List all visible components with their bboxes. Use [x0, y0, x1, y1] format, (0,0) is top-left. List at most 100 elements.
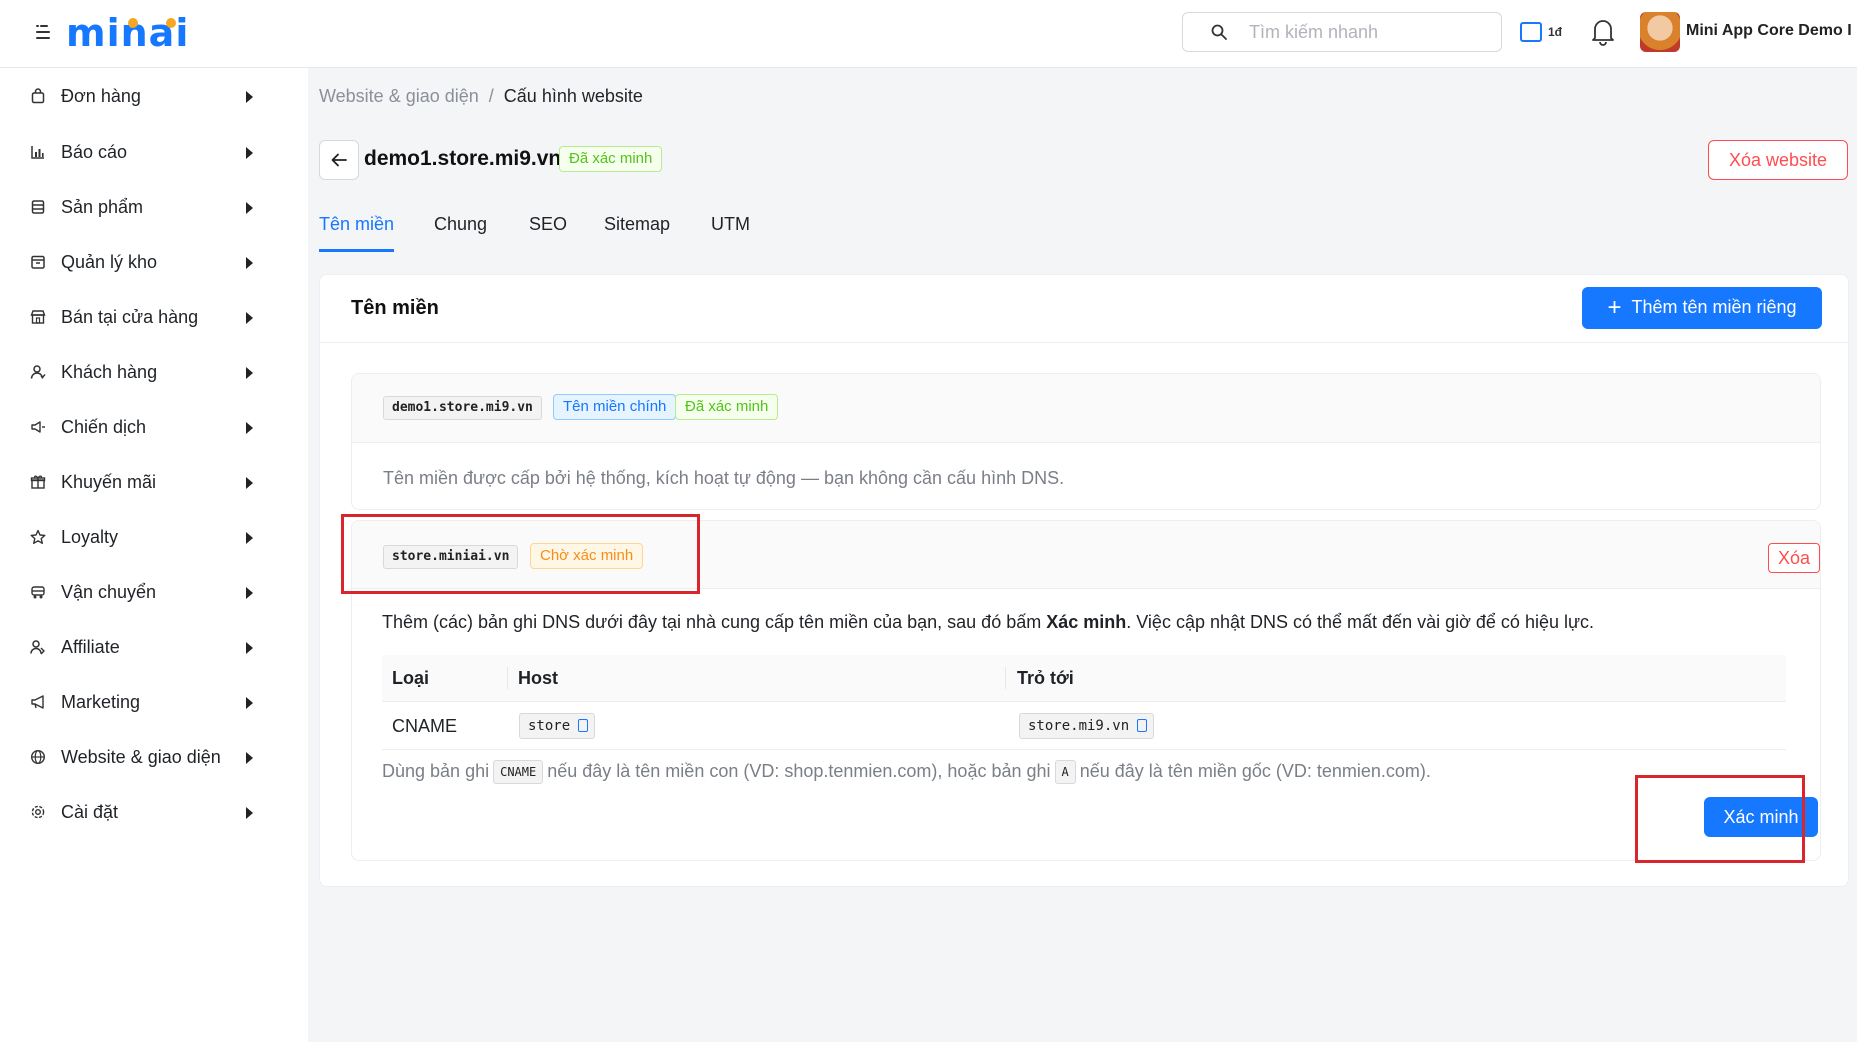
warehouse-icon [31, 255, 45, 269]
verified-badge: Đã xác minh [675, 394, 779, 420]
sidebar-item-label: Khách hàng [61, 362, 158, 382]
sidebar-item-shipping[interactable]: Vận chuyển [0, 568, 308, 616]
user-name[interactable]: Mini App Core Demo I [1686, 22, 1857, 40]
caret-right-icon [246, 697, 253, 709]
sidebar-item-label: Sản phẩm [61, 197, 144, 217]
add-custom-domain-button[interactable]: + Thêm tên miền riêng [1582, 287, 1822, 329]
card-title: Tên miền [351, 297, 439, 319]
search-input[interactable] [1249, 21, 1489, 43]
sidebar-item-marketing[interactable]: Marketing [0, 678, 308, 726]
sidebar-item-label: Marketing [61, 692, 141, 712]
arrow-left-icon [331, 153, 347, 167]
breadcrumb-parent-link[interactable]: Website & giao diện [319, 86, 479, 106]
tab-seo[interactable]: SEO [529, 214, 567, 235]
sidebar-item-label: Affiliate [61, 637, 120, 657]
plus-icon: + [1607, 294, 1622, 321]
note-text: nếu đây là tên miền gốc (VD: tenmien.com… [1079, 761, 1431, 781]
sidebar-item-website[interactable]: Website & giao diện [0, 733, 308, 781]
settings-tabs: Tên miền Chung SEO Sitemap UTM [319, 212, 1849, 252]
delete-domain-button[interactable]: Xóa [1768, 543, 1820, 573]
truck-icon [31, 586, 45, 599]
instruction-bold: Xác minh [1046, 612, 1127, 632]
logo-dot-icon [128, 18, 138, 28]
quick-search[interactable] [1182, 12, 1502, 52]
customer-icon [30, 365, 46, 379]
primary-domain-description: Tên miền được cấp bởi hệ thống, kích hoạ… [383, 468, 1065, 488]
sidebar-item-reports[interactable]: Báo cáo [0, 128, 308, 176]
bell-icon[interactable] [1590, 16, 1616, 46]
back-button[interactable] [319, 140, 359, 180]
megaphone-icon [31, 695, 44, 709]
wallet-balance: 1đ [1548, 25, 1563, 39]
sidebar-item-customers[interactable]: Khách hàng [0, 348, 308, 396]
sidebar-item-products[interactable]: Sản phẩm [0, 183, 308, 231]
sidebar: Đơn hàng Báo cáo Sản phẩm Quản lý kho Bá… [0, 68, 308, 1042]
campaign-icon [31, 421, 45, 433]
sidebar-item-orders[interactable]: Đơn hàng [0, 72, 308, 120]
sidebar-item-loyalty[interactable]: Loyalty [0, 513, 308, 561]
brand-logo[interactable]: minai [66, 14, 189, 52]
store-icon [30, 310, 46, 324]
copy-icon[interactable] [578, 719, 589, 732]
tab-utm[interactable]: UTM [711, 214, 750, 235]
breadcrumb-separator: / [488, 86, 494, 106]
breadcrumb: Website & giao diện / Cấu hình website [319, 86, 643, 107]
menu-toggle-icon[interactable] [36, 24, 54, 40]
sidebar-item-label: Cài đặt [61, 802, 119, 822]
tab-sitemap[interactable]: Sitemap [604, 214, 670, 235]
logo-dot-icon [166, 18, 176, 28]
chart-icon [31, 146, 44, 159]
host-value: store [528, 718, 571, 734]
breadcrumb-current: Cấu hình website [503, 86, 643, 106]
note-text: Dùng bản ghi [382, 761, 490, 781]
sidebar-item-pos[interactable]: Bán tại cửa hàng [0, 293, 308, 341]
bag-icon [31, 88, 45, 104]
domain-name-code: demo1.store.mi9.vn [383, 396, 542, 420]
copy-icon[interactable] [1137, 719, 1148, 732]
tab-domain[interactable]: Tên miền [319, 214, 394, 235]
target-copy-field[interactable]: store.mi9.vn [1019, 713, 1155, 739]
sidebar-item-label: Khuyến mãi [61, 472, 157, 492]
caret-right-icon [246, 91, 253, 103]
sidebar-item-inventory[interactable]: Quản lý kho [0, 238, 308, 286]
target-value: store.mi9.vn [1028, 718, 1130, 734]
sidebar-item-affiliate[interactable]: Affiliate [0, 623, 308, 671]
primary-domain-card: demo1.store.mi9.vn Tên miền chính Đã xác… [351, 373, 1821, 510]
tab-general[interactable]: Chung [434, 214, 487, 235]
star-icon [30, 529, 46, 544]
sidebar-item-label: Vận chuyển [61, 582, 157, 602]
caret-right-icon [246, 807, 253, 819]
caret-right-icon [246, 367, 253, 379]
sidebar-item-settings[interactable]: Cài đặt [0, 788, 308, 836]
sidebar-item-label: Loyalty [61, 527, 119, 547]
search-icon [1211, 24, 1227, 40]
sidebar-item-promotions[interactable]: Khuyến mãi [0, 458, 308, 506]
product-icon [31, 200, 45, 214]
note-text: nếu đây là tên miền con (VD: shop.tenmie… [547, 761, 1051, 781]
caret-right-icon [246, 147, 253, 159]
host-copy-field[interactable]: store [519, 713, 596, 739]
caret-right-icon [246, 752, 253, 764]
avatar[interactable] [1640, 12, 1680, 52]
settings-icon [31, 805, 45, 819]
wallet-icon [1520, 22, 1542, 42]
affiliate-icon [30, 640, 45, 655]
table-header: Loại Host Trỏ tới [382, 655, 1786, 702]
caret-right-icon [246, 422, 253, 434]
delete-website-button[interactable]: Xóa website [1708, 140, 1848, 180]
column-header-target: Trỏ tới [1017, 668, 1074, 688]
add-custom-domain-label: Thêm tên miền riêng [1631, 297, 1797, 317]
caret-right-icon [246, 312, 253, 324]
active-tab-indicator [319, 249, 394, 252]
instruction-text: Thêm (các) bản ghi DNS dưới đây tại nhà … [382, 612, 1047, 632]
instruction-text: . Việc cập nhật DNS có thể mất đến vài g… [1126, 612, 1595, 632]
caret-right-icon [246, 532, 253, 544]
column-divider [1005, 667, 1006, 689]
wallet-button[interactable]: 1đ [1520, 20, 1564, 46]
domains-card-header: Tên miền + Thêm tên miền riêng [320, 275, 1848, 343]
sidebar-item-campaigns[interactable]: Chiến dịch [0, 403, 308, 451]
sidebar-item-label: Chiến dịch [61, 417, 147, 437]
dns-instruction: Thêm (các) bản ghi DNS dưới đây tại nhà … [382, 612, 1594, 633]
caret-right-icon [246, 587, 253, 599]
primary-domain-badge: Tên miền chính [553, 394, 677, 420]
